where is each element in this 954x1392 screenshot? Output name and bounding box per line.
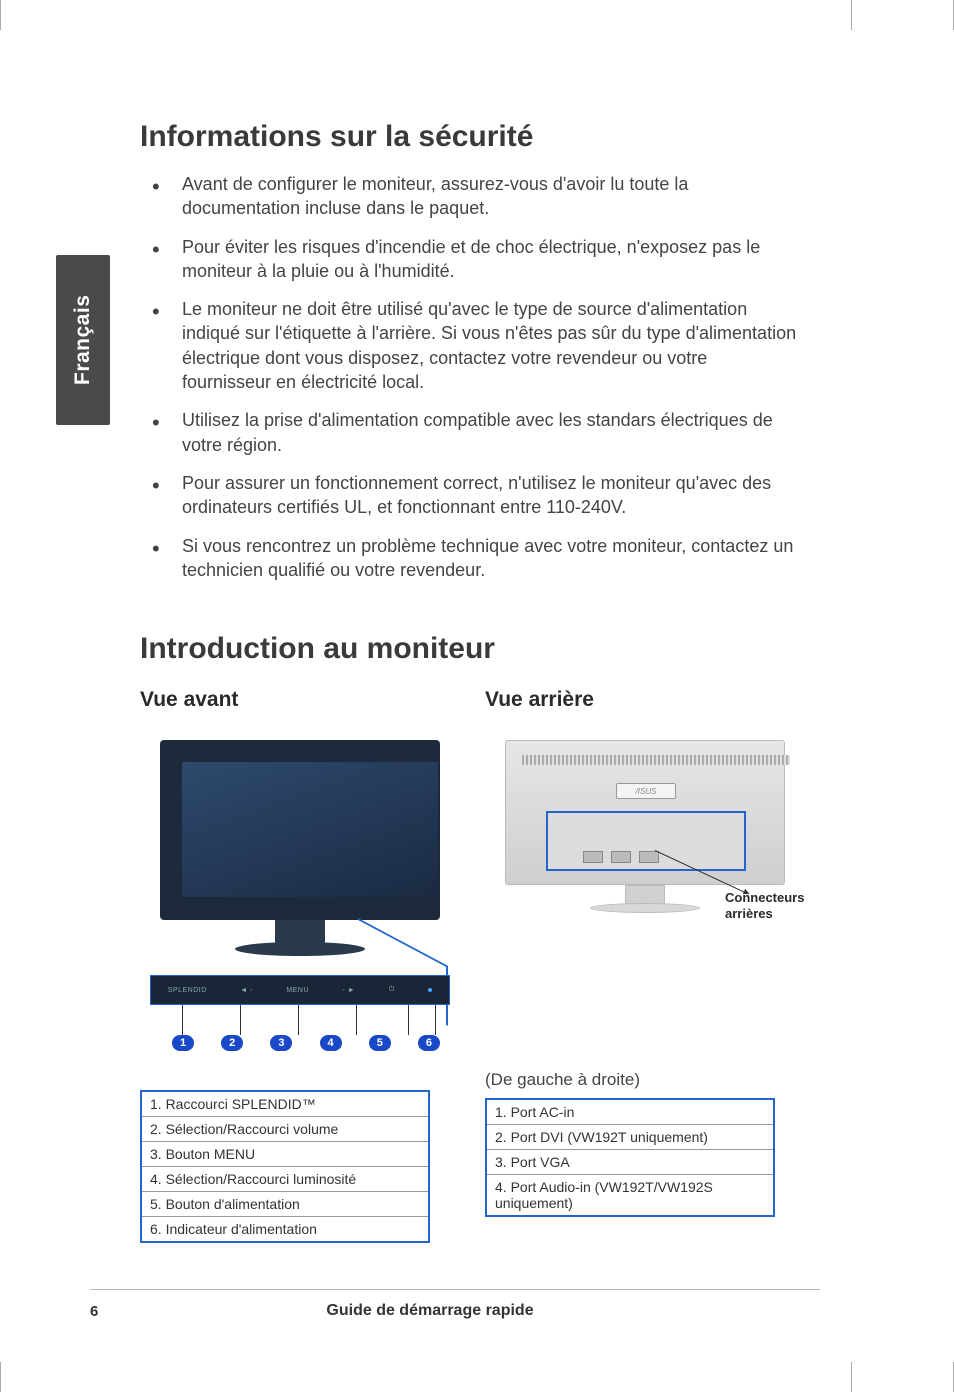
rear-vent [522,755,790,765]
bullet-item: Pour assurer un fonctionnement correct, … [170,471,800,520]
port-icon [583,851,603,863]
brand-badge: /ISUS [616,783,676,799]
bullet-item: Avant de configurer le moniteur, assurez… [170,172,800,221]
page-content: Français Informations sur la sécurité Av… [0,30,860,1362]
language-tab: Français [56,255,110,425]
rear-monitor-illustration: /ISUS Connecteurs arrières [495,730,795,930]
port-icon [639,851,659,863]
legend-cell: 2. Port DVI (VW192T uniquement) [486,1125,774,1150]
bullet-item: Utilisez la prise d'alimentation compati… [170,408,800,457]
button-bar: SPLENDID ◄ - MENU - ► ⏻ [150,975,450,1005]
bullet-item: Le moniteur ne doit être utilisé qu'avec… [170,297,800,394]
front-monitor-illustration: SPLENDID ◄ - MENU - ► ⏻ 1 2 [150,730,450,1050]
crop-mark-top [0,0,954,30]
rear-stand [625,885,665,905]
heading-safety: Informations sur la sécurité [140,120,800,154]
rear-legend-table: 1. Port AC-in 2. Port DVI (VW192T unique… [485,1098,775,1217]
bullet-item: Si vous rencontrez un problème technique… [170,534,800,583]
marker-badge: 3 [270,1035,292,1051]
legend-cell: 1. Port AC-in [486,1099,774,1125]
button-label: MENU [286,987,309,994]
front-legend-table: 1. Raccourci SPLENDID™ 2. Sélection/Racc… [140,1090,430,1243]
front-view-label: Vue avant [140,688,455,712]
crop-mark-bottom [0,1362,954,1392]
front-view-column: Vue avant SPLENDID ◄ - MENU - ► ⏻ [140,688,455,1243]
marker-badge: 5 [369,1035,391,1051]
marker-row: 1 2 3 4 5 6 [150,1035,450,1051]
legend-cell: 2. Sélection/Raccourci volume [141,1117,429,1142]
legend-cell: 4. Sélection/Raccourci luminosité [141,1167,429,1192]
bullet-item: Pour éviter les risques d'incendie et de… [170,235,800,284]
rear-ports [583,851,659,863]
rear-connector-panel [546,811,746,871]
legend-cell: 1. Raccourci SPLENDID™ [141,1091,429,1117]
safety-bullet-list: Avant de configurer le moniteur, assurez… [140,172,800,582]
rear-view-column: Vue arrière /ISUS Connect [485,688,800,1243]
marker-badge: 2 [221,1035,243,1051]
legend-cell: 5. Bouton d'alimentation [141,1192,429,1217]
legend-note: (De gauche à droite) [485,1070,800,1090]
heading-introduction: Introduction au moniteur [140,632,800,666]
footer-rule [90,1289,820,1290]
legend-cell: 4. Port Audio-in (VW192T/VW192S uniqueme… [486,1175,774,1217]
rear-base [590,903,700,913]
button-label: SPLENDID [168,987,207,994]
legend-cell: 3. Bouton MENU [141,1142,429,1167]
connectors-label: Connecteurs arrières [725,890,804,921]
marker-badge: 4 [320,1035,342,1051]
legend-cell: 3. Port VGA [486,1150,774,1175]
button-label: - ► [343,987,356,994]
marker-badge: 6 [418,1035,440,1051]
button-label: ◄ - [240,987,253,994]
views-columns: Vue avant SPLENDID ◄ - MENU - ► ⏻ [140,688,800,1243]
monitor-bezel [160,740,440,920]
footer-title: Guide de démarrage rapide [0,1302,860,1320]
power-led-icon [428,988,432,992]
port-icon [611,851,631,863]
monitor-base [235,942,365,956]
legend-cell: 6. Indicateur d'alimentation [141,1217,429,1243]
marker-badge: 1 [172,1035,194,1051]
button-label: ⏻ [389,986,395,994]
monitor-screen [182,762,438,897]
rear-view-label: Vue arrière [485,688,800,712]
rear-body: /ISUS [505,740,785,885]
